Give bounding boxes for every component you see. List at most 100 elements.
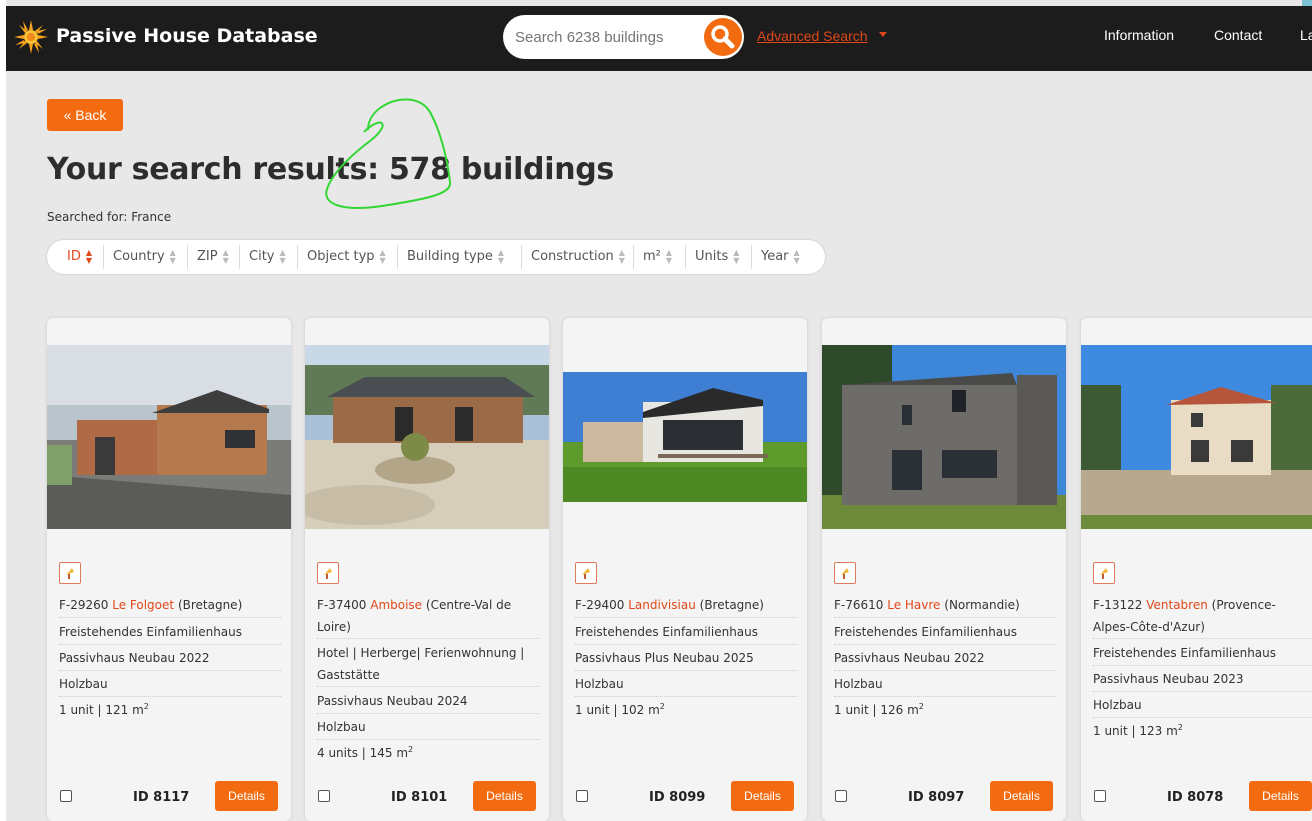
location-line: F-29400 Landivisiau (Bretagne) (575, 594, 797, 618)
details-button[interactable]: Details (1249, 781, 1312, 811)
details-button[interactable]: Details (215, 781, 278, 811)
building-photo[interactable] (563, 372, 807, 502)
sort-label: Units (695, 249, 729, 264)
superscript: 2 (659, 702, 665, 711)
location-line: F-29260 Le Folgoet (Bretagne) (59, 594, 281, 618)
units-area: 1 unit | 121 m2 (59, 699, 281, 722)
sort-area[interactable]: m² ▲ ▼ (643, 240, 674, 274)
building-photo[interactable] (1081, 345, 1312, 529)
building-id: ID 8099 (649, 790, 706, 805)
sort-arrows-icon: ▲ ▼ (279, 247, 286, 265)
search-button[interactable] (704, 18, 742, 56)
sun-logo-icon[interactable] (14, 20, 48, 54)
units-area-text: 1 unit | 126 m (834, 703, 919, 717)
units-area: 4 units | 145 m2 (317, 742, 539, 765)
units-area-text: 1 unit | 123 m (1093, 724, 1178, 738)
region: (Bretagne) (177, 598, 243, 612)
passive-house-badge-icon (1093, 562, 1115, 584)
back-button[interactable]: « Back (47, 99, 123, 131)
location-line: F-37400 Amboise (Centre-Val de Loire) (317, 594, 539, 639)
divider (751, 245, 752, 269)
sort-building-type[interactable]: Building type ▲ ▼ (407, 240, 506, 274)
sort-zip[interactable]: ZIP ▲ ▼ (197, 240, 231, 274)
superscript: 2 (918, 702, 924, 711)
nav-language[interactable]: La (1300, 27, 1312, 43)
sort-object-type[interactable]: Object typ ▲ ▼ (307, 240, 388, 274)
building-type-text: Hotel | Herberge| Ferienwohnung | (317, 646, 525, 660)
compare-checkbox[interactable] (60, 790, 72, 802)
location-line: F-13122 Ventabren (Provence- Alpes-Côte-d… (1093, 594, 1312, 639)
sort-arrows-icon: ▲ ▼ (665, 247, 673, 265)
site-title[interactable]: Passive House Database (56, 25, 318, 47)
page: Passive House Database Advanced Search I… (6, 0, 1312, 821)
sort-year[interactable]: Year ▲ ▼ (761, 240, 802, 274)
sort-label: ZIP (197, 249, 218, 264)
zip-code: F-29260 (59, 598, 109, 612)
compare-checkbox[interactable] (318, 790, 330, 802)
sort-construction[interactable]: Construction ▲ ▼ (531, 240, 627, 274)
sort-label: City (249, 249, 275, 264)
building-id: ID 8078 (1167, 790, 1224, 805)
passive-house-badge-icon (59, 562, 81, 584)
superscript: 2 (408, 745, 414, 754)
divider (239, 245, 240, 269)
sort-label: m² (643, 249, 661, 264)
standard-year: Passivhaus Plus Neubau 2025 (575, 647, 797, 671)
sort-label: Year (761, 249, 789, 264)
search-box (503, 15, 744, 59)
units-area: 1 unit | 123 m2 (1093, 720, 1312, 743)
building-photo[interactable] (305, 345, 549, 529)
sort-arrows-icon: ▲ ▼ (169, 247, 176, 265)
details-button[interactable]: Details (473, 781, 536, 811)
building-type-continued: Gaststätte (317, 668, 380, 682)
advanced-search-link[interactable]: Advanced Search (757, 28, 868, 44)
compare-checkbox[interactable] (576, 790, 588, 802)
location-line: F-76610 Le Havre (Normandie) (834, 594, 1056, 618)
sort-label: ID (67, 249, 81, 264)
building-photo[interactable] (47, 345, 291, 529)
passive-house-badge-icon (317, 562, 339, 584)
building-card: F-13122 Ventabren (Provence- Alpes-Côte-d… (1081, 318, 1312, 821)
superscript: 2 (1177, 723, 1183, 732)
nav-information[interactable]: Information (1104, 27, 1174, 43)
sort-label: Building type (407, 249, 493, 264)
results-title: Your search results: 578 buildings (47, 152, 614, 187)
city-link[interactable]: Le Havre (887, 598, 940, 612)
units-area: 1 unit | 126 m2 (834, 699, 1056, 722)
divider (633, 245, 634, 269)
units-area-text: 1 unit | 121 m (59, 703, 144, 717)
sort-bar: ID ▲ ▼ Country ▲ ▼ ZIP ▲ ▼ City ▲ ▼ Object typ ▲ ▼… (47, 240, 825, 274)
sort-label: Construction (531, 249, 614, 264)
sort-arrows-icon: ▲ ▼ (733, 247, 740, 265)
region-continued: Loire) (317, 620, 351, 634)
units-area-text: 1 unit | 102 m (575, 703, 660, 717)
details-button[interactable]: Details (990, 781, 1053, 811)
sort-label: Country (113, 249, 165, 264)
building-type: Freistehendes Einfamilienhaus (1093, 642, 1312, 666)
nav-contact[interactable]: Contact (1214, 27, 1262, 43)
city-link[interactable]: Amboise (370, 598, 422, 612)
sort-units[interactable]: Units ▲ ▼ (695, 240, 741, 274)
zip-code: F-13122 (1093, 598, 1143, 612)
sort-arrows-icon: ▲ ▼ (85, 247, 93, 265)
sort-id[interactable]: ID ▲ ▼ (67, 240, 94, 274)
city-link[interactable]: Ventabren (1146, 598, 1208, 612)
construction: Holzbau (59, 673, 281, 697)
city-link[interactable]: Landivisiau (628, 598, 696, 612)
units-area: 1 unit | 102 m2 (575, 699, 797, 722)
building-id: ID 8117 (133, 790, 190, 805)
sort-country[interactable]: Country ▲ ▼ (113, 240, 178, 274)
compare-checkbox[interactable] (1094, 790, 1106, 802)
search-input[interactable] (515, 26, 695, 48)
city-link[interactable]: Le Folgoet (112, 598, 174, 612)
caret-down-icon[interactable] (879, 32, 887, 37)
building-card: F-29400 Landivisiau (Bretagne) Freistehe… (563, 318, 807, 821)
details-button[interactable]: Details (731, 781, 794, 811)
divider (297, 245, 298, 269)
compare-checkbox[interactable] (835, 790, 847, 802)
searched-for-text: Searched for: France (47, 210, 172, 224)
units-area-text: 4 units | 145 m (317, 746, 409, 760)
building-photo[interactable] (822, 345, 1066, 529)
sort-city[interactable]: City ▲ ▼ (249, 240, 287, 274)
building-card: F-76610 Le Havre (Normandie) Freistehend… (822, 318, 1066, 821)
